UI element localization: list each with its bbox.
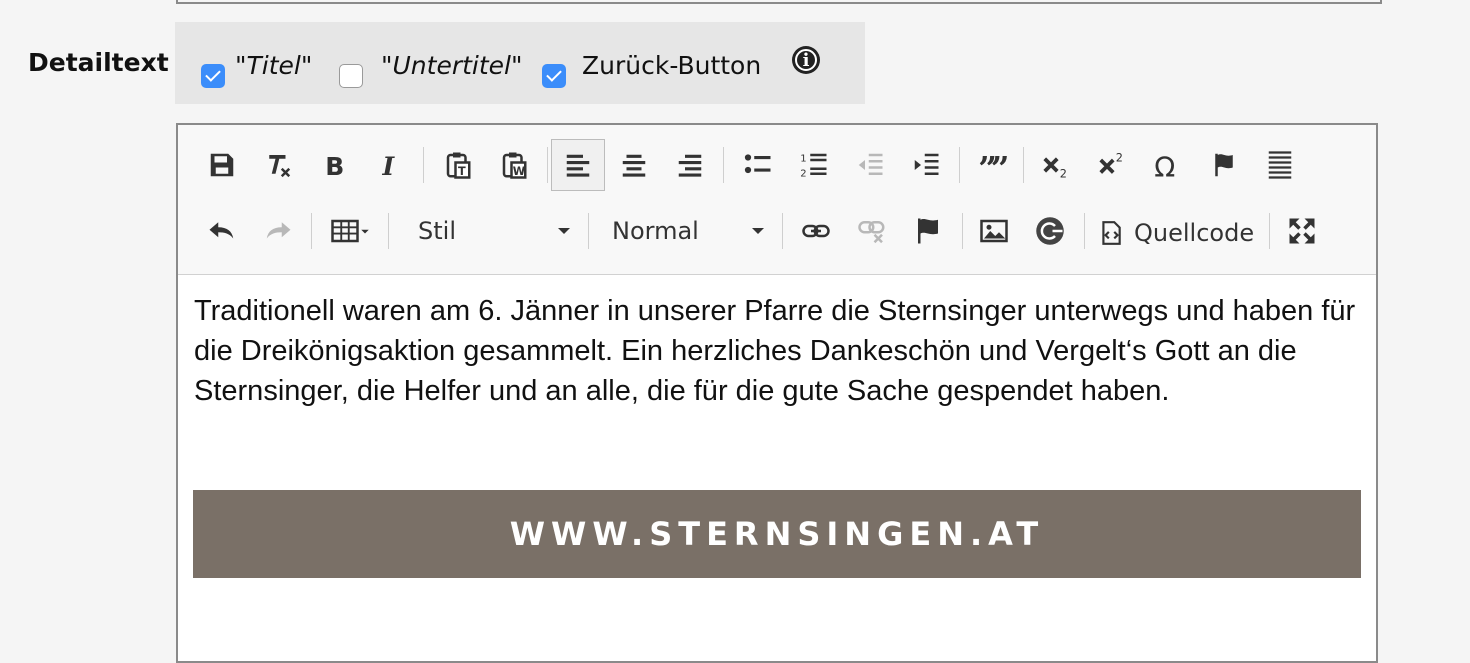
untertitel-checkbox[interactable] — [339, 64, 363, 88]
format-dropdown-value: Normal — [612, 217, 699, 245]
svg-text:2: 2 — [800, 168, 806, 179]
undo-icon[interactable] — [200, 209, 244, 253]
info-icon[interactable]: i — [792, 46, 820, 74]
rich-text-editor: B I T W 12 ” 2 2 Ω Stil Normal Quellcode… — [176, 123, 1378, 663]
field-label-detailtext: Detailtext — [28, 48, 169, 77]
option-zurueck-button[interactable]: Zurück-Button — [542, 51, 761, 88]
previous-field-box — [176, 0, 1382, 4]
detail-paragraph: Traditionell waren am 6. Jänner in unser… — [194, 295, 1356, 407]
unlink-icon[interactable] — [850, 209, 894, 253]
option-titel[interactable]: "Titel" — [201, 51, 312, 88]
numbered-list-icon[interactable]: 12 — [792, 143, 836, 187]
option-untertitel[interactable]: "Untertitel" — [339, 51, 522, 88]
style-dropdown[interactable]: Stil — [418, 211, 570, 251]
format-dropdown-arrow-icon — [752, 228, 764, 234]
sternsingen-banner: WWW.STERNSINGEN.AT — [193, 490, 1361, 578]
align-center-icon[interactable] — [612, 143, 656, 187]
format-dropdown[interactable]: Normal — [612, 211, 764, 251]
editor-content[interactable]: Traditionell waren am 6. Jänner in unser… — [194, 291, 1374, 411]
option-zurueck-label: Zurück-Button — [582, 50, 762, 80]
image-icon[interactable] — [972, 209, 1016, 253]
source-code-icon — [1102, 221, 1121, 245]
maximize-icon[interactable] — [1280, 209, 1324, 253]
style-dropdown-arrow-icon — [558, 228, 570, 234]
anchor-icon[interactable] — [906, 209, 950, 253]
table-icon[interactable] — [322, 209, 378, 253]
display-options-bar: "Titel" "Untertitel" Zurück-Button — [175, 22, 865, 104]
svg-text:”: ” — [991, 150, 1007, 180]
banner-text: WWW.STERNSINGEN.AT — [509, 515, 1045, 553]
align-left-icon[interactable] — [551, 139, 605, 191]
bullet-list-icon[interactable] — [736, 143, 780, 187]
italic-icon[interactable]: I — [368, 143, 412, 187]
indent-icon[interactable] — [904, 143, 948, 187]
link-icon[interactable] — [794, 209, 838, 253]
titel-checkbox[interactable] — [201, 64, 225, 88]
svg-text:2: 2 — [1060, 168, 1067, 181]
save-icon[interactable] — [200, 143, 244, 187]
blockquote-icon[interactable]: ”” — [970, 143, 1014, 187]
zurueck-button-checkbox[interactable] — [542, 64, 566, 88]
editor-toolbar: B I T W 12 ” 2 2 Ω Stil Normal Quellcode — [178, 125, 1376, 275]
superscript-icon[interactable]: 2 — [1090, 143, 1134, 187]
svg-text:W: W — [513, 165, 526, 178]
remove-format-icon[interactable] — [256, 143, 300, 187]
paste-text-icon[interactable]: T — [436, 143, 480, 187]
svg-text:I: I — [382, 152, 396, 180]
bold-icon[interactable]: B — [312, 143, 356, 187]
svg-text:B: B — [325, 152, 344, 180]
option-untertitel-label: "Untertitel" — [381, 50, 523, 80]
subscript-icon[interactable]: 2 — [1034, 143, 1078, 187]
svg-text:1: 1 — [800, 153, 806, 164]
embed-media-icon[interactable] — [1028, 209, 1072, 253]
justify-icon[interactable] — [1258, 143, 1302, 187]
svg-text:Ω: Ω — [1154, 151, 1175, 180]
option-titel-label: "Titel" — [235, 50, 313, 80]
redo-icon[interactable] — [256, 209, 300, 253]
anchor-flag-icon[interactable] — [1202, 143, 1246, 187]
align-right-icon[interactable] — [668, 143, 712, 187]
svg-text:T: T — [458, 165, 466, 178]
outdent-icon[interactable] — [848, 143, 892, 187]
source-code-button[interactable]: Quellcode — [1098, 213, 1254, 253]
style-dropdown-value: Stil — [418, 217, 456, 245]
special-char-icon[interactable]: Ω — [1146, 143, 1190, 187]
paste-word-icon[interactable]: W — [492, 143, 536, 187]
svg-text:2: 2 — [1116, 151, 1123, 164]
source-code-label: Quellcode — [1134, 219, 1255, 247]
